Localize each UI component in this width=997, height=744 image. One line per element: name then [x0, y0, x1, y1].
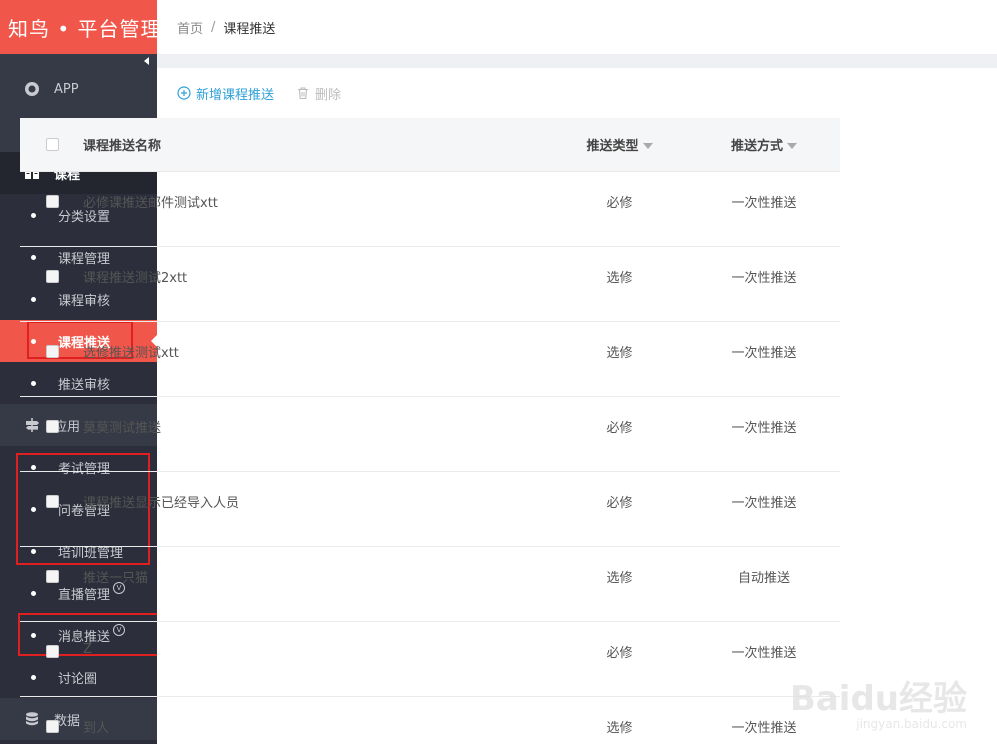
row-checkbox[interactable] [46, 270, 59, 283]
table-row[interactable]: Z 必修 一次性推送 [20, 622, 840, 697]
row-checkbox-cell [20, 192, 83, 208]
row-type: 选修 [606, 571, 633, 586]
row-checkbox-cell [20, 717, 83, 733]
plus-circle-icon [177, 86, 191, 100]
table-row[interactable]: 推送一只猫 选修 自动推送 [20, 547, 840, 622]
table-row[interactable]: 必修课推送邮件测试xtt 必修 一次性推送 [20, 172, 840, 247]
row-checkbox-cell [20, 342, 83, 358]
table-row[interactable]: 选修推送测试xtt 选修 一次性推送 [20, 322, 840, 397]
row-mode: 一次性推送 [731, 271, 797, 286]
row-checkbox[interactable] [46, 420, 59, 433]
sidebar-item-app[interactable]: APP [0, 68, 157, 110]
row-name: 选修推送测试xtt [83, 346, 179, 361]
row-checkbox[interactable] [46, 345, 59, 358]
row-mode: 一次性推送 [731, 346, 797, 361]
table-row[interactable]: 课程推送显示已经导入人员 必修 一次性推送 [20, 472, 840, 547]
baidu-watermark: Baidu经验 jingyan.baidu.com [790, 682, 967, 730]
header-mode: 推送方式 [688, 135, 840, 154]
table-row[interactable]: 莫莫测试推送 必修 一次性推送 [20, 397, 840, 472]
row-type: 选修 [606, 721, 633, 736]
header-mode-label: 推送方式 [730, 139, 783, 154]
table-row[interactable]: 到人 选修 一次性推送 [20, 697, 840, 744]
row-name: 推送一只猫 [83, 571, 149, 586]
watermark-text: Baidu经验 [789, 679, 967, 719]
row-checkbox-cell [20, 267, 83, 283]
row-name: 到人 [83, 721, 110, 736]
row-name: 莫莫测试推送 [83, 421, 162, 436]
row-checkbox[interactable] [46, 495, 59, 508]
sidebar-item-label: APP [54, 81, 79, 97]
table-row[interactable]: 课程推送测试2xtt 选修 一次性推送 [20, 247, 840, 322]
header-type-label: 推送类型 [586, 139, 639, 154]
row-type: 必修 [606, 196, 633, 211]
row-mode: 一次性推送 [731, 496, 797, 511]
row-name: 课程推送显示已经导入人员 [83, 496, 240, 511]
row-checkbox[interactable] [46, 195, 59, 208]
row-mode: 一次性推送 [731, 421, 797, 436]
collapse-arrow-icon [144, 57, 149, 65]
section-divider [157, 54, 997, 68]
breadcrumb-separator: / [211, 19, 216, 35]
select-all-checkbox[interactable] [46, 138, 59, 151]
row-type: 必修 [606, 421, 633, 436]
row-checkbox[interactable] [46, 570, 59, 583]
row-type: 选修 [606, 271, 633, 286]
header-type: 推送类型 [551, 135, 688, 154]
row-mode: 自动推送 [737, 571, 790, 586]
app-icon [24, 81, 40, 97]
watermark-url: jingyan.baidu.com [856, 717, 967, 731]
add-course-push-button[interactable]: 新增课程推送 [177, 84, 274, 103]
row-name: 课程推送测试2xtt [83, 271, 188, 286]
row-checkbox[interactable] [46, 720, 59, 733]
header-name: 课程推送名称 [83, 139, 162, 154]
breadcrumb-current: 课程推送 [223, 21, 276, 37]
row-checkbox-cell [20, 492, 83, 508]
add-button-label: 新增课程推送 [196, 87, 275, 103]
sidebar-collapse-toggle[interactable] [0, 54, 157, 68]
row-name: 必修课推送邮件测试xtt [83, 196, 218, 211]
row-name: Z [83, 642, 92, 657]
row-checkbox[interactable] [46, 645, 59, 658]
toolbar: 新增课程推送 删除 [157, 68, 997, 118]
row-type: 必修 [606, 646, 633, 661]
breadcrumb-home-link[interactable]: 首页 [177, 18, 203, 37]
breadcrumb: 首页 / 课程推送 [157, 0, 997, 54]
filter-icon[interactable] [787, 142, 797, 149]
row-type: 必修 [606, 496, 633, 511]
row-checkbox-cell [20, 417, 83, 433]
brand-title: 知鸟 • 平台管理 [0, 0, 161, 54]
row-checkbox-cell [20, 642, 83, 658]
course-push-table: 课程推送名称 推送类型 推送方式 必修课推送邮件测试xtt 必修 一次性推送 课… [20, 118, 840, 744]
trash-icon [298, 87, 309, 100]
delete-button-label: 删除 [315, 87, 342, 103]
row-mode: 一次性推送 [731, 646, 797, 661]
table-header: 课程推送名称 推送类型 推送方式 [20, 118, 840, 172]
filter-icon[interactable] [642, 142, 653, 149]
row-checkbox-cell [20, 567, 83, 583]
row-type: 选修 [606, 346, 633, 361]
delete-button[interactable]: 删除 [296, 84, 341, 103]
row-mode: 一次性推送 [731, 196, 797, 211]
select-all-cell [20, 138, 83, 151]
